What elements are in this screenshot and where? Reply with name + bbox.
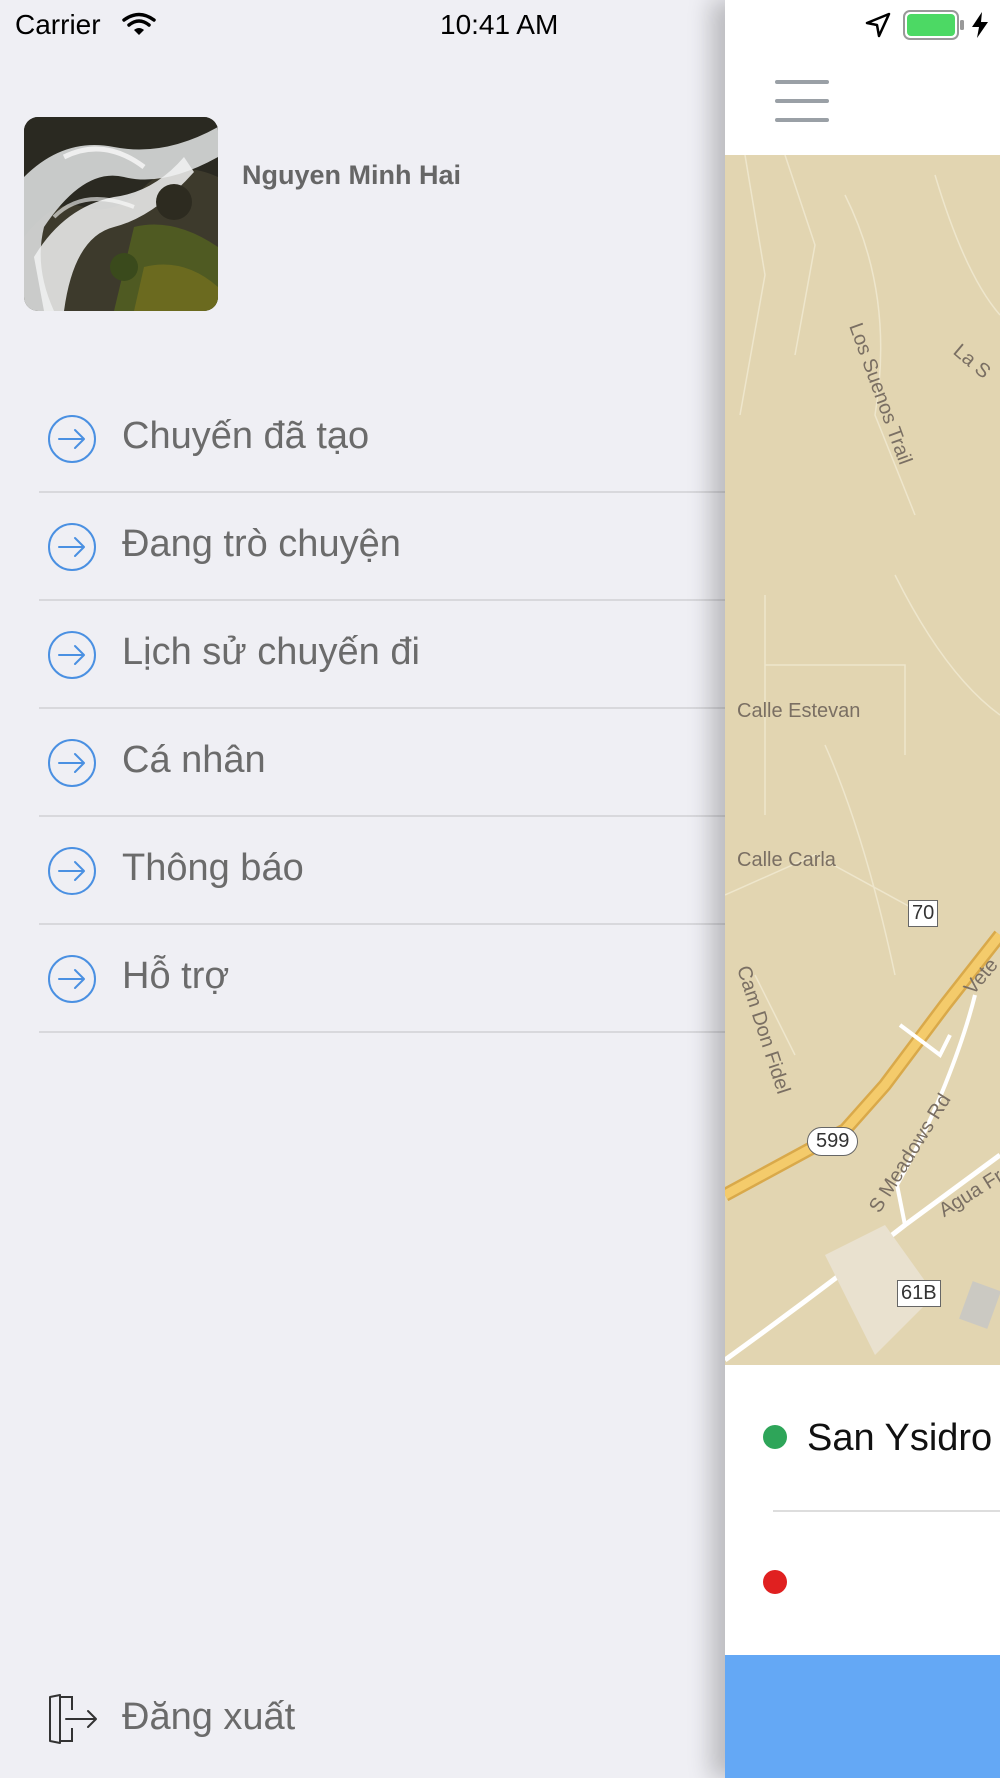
menu-item-label: Hỗ trợ: [122, 955, 230, 997]
arrow-circle-right-icon: [46, 845, 98, 902]
avatar[interactable]: [24, 117, 218, 311]
origin-field[interactable]: San Ysidro: [807, 1417, 992, 1460]
arrow-circle-right-icon: [46, 521, 98, 578]
arrow-circle-right-icon: [46, 629, 98, 686]
hamburger-menu-icon[interactable]: [775, 80, 829, 122]
profile-name[interactable]: Nguyen Minh Hai: [242, 160, 461, 191]
arrow-circle-right-icon: [46, 953, 98, 1010]
carrier-label: Carrier: [15, 9, 101, 40]
side-drawer: Nguyen Minh Hai Chuyến đã tạo Đang trò c…: [0, 0, 725, 1778]
logout-button[interactable]: Đăng xuất: [0, 1660, 725, 1770]
origin-dot-icon: [763, 1425, 787, 1449]
status-bar: Carrier 10:41 AM: [0, 0, 1000, 50]
arrow-circle-right-icon: [46, 737, 98, 794]
destination-dot-icon: [763, 1570, 787, 1594]
menu-item-profile[interactable]: Cá nhân: [0, 709, 725, 817]
logout-label: Đăng xuất: [122, 1696, 296, 1738]
route-shield-70: 70: [908, 900, 939, 927]
menu-item-label: Thông báo: [122, 847, 304, 889]
menu-item-support[interactable]: Hỗ trợ: [0, 925, 725, 1033]
status-time: 10:41 AM: [440, 9, 559, 40]
divider: [773, 1510, 1000, 1512]
wifi-icon: [122, 12, 156, 41]
menu-item-label: Chuyến đã tạo: [122, 415, 370, 457]
main-content: Los Suenos Trail La S Calle Estevan Call…: [725, 0, 1000, 1778]
menu-item-label: Cá nhân: [122, 739, 266, 781]
map-view[interactable]: Los Suenos Trail La S Calle Estevan Call…: [725, 155, 1000, 1365]
menu-item-label: Lịch sử chuyến đi: [122, 631, 420, 673]
logout-icon: [46, 1694, 100, 1749]
menu-item-created-trips[interactable]: Chuyến đã tạo: [0, 385, 725, 493]
arrow-circle-right-icon: [46, 413, 98, 470]
menu-item-notifications[interactable]: Thông báo: [0, 817, 725, 925]
drawer-menu: Chuyến đã tạo Đang trò chuyện Lịch sử ch…: [0, 385, 725, 1033]
map-label: Calle Estevan: [737, 700, 861, 722]
charging-bolt-icon: [970, 11, 990, 44]
menu-item-chatting[interactable]: Đang trò chuyện: [0, 493, 725, 601]
menu-item-trip-history[interactable]: Lịch sử chuyến đi: [0, 601, 725, 709]
battery-icon: [903, 10, 965, 45]
route-shield-61b: 61B: [897, 1280, 941, 1307]
menu-item-label: Đang trò chuyện: [122, 523, 401, 565]
route-shield-599: 599: [807, 1127, 859, 1156]
location-arrow-icon: [865, 12, 891, 43]
primary-action-button[interactable]: [725, 1655, 1000, 1778]
divider: [39, 1031, 725, 1033]
map-label: Calle Carla: [737, 849, 836, 871]
route-panel: San Ysidro: [725, 1365, 1000, 1655]
